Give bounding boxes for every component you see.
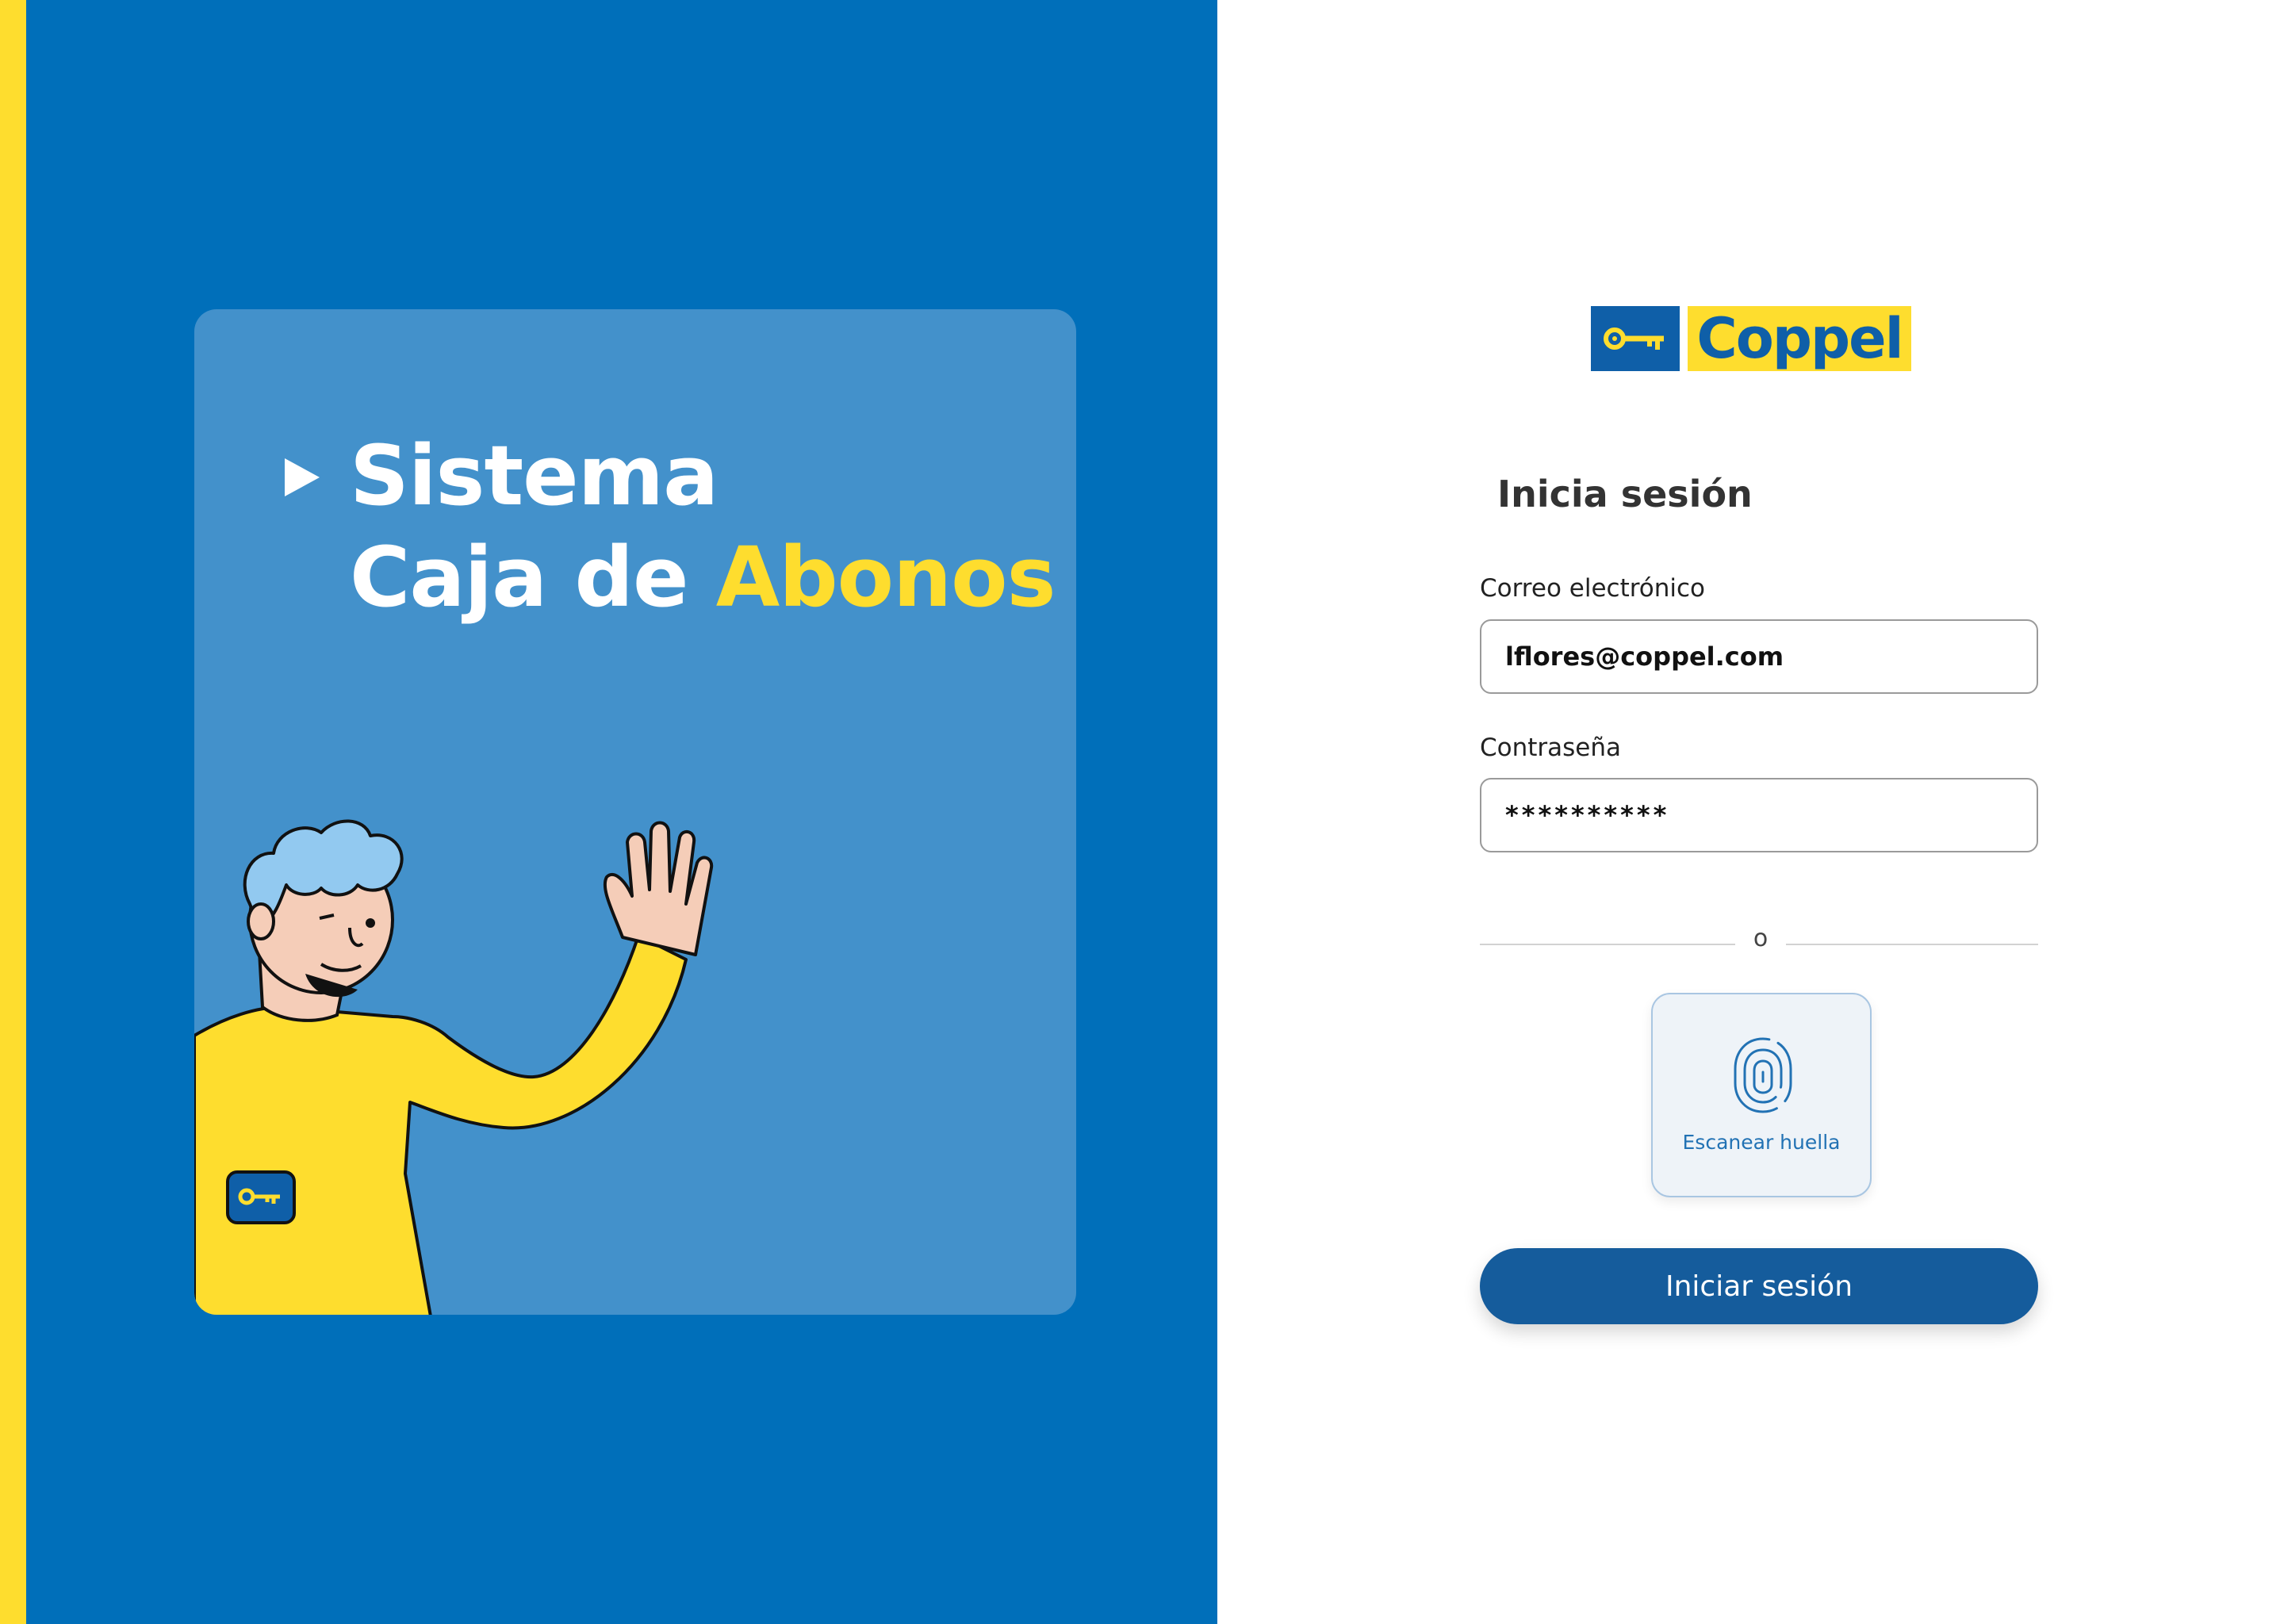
hero-card: Sistema Caja de Abonos [194,309,1076,1315]
brand-logo: Coppel [1591,306,1911,371]
key-icon [1604,327,1664,350]
login-title: Inicia sesión [1497,473,1753,515]
play-icon [285,458,320,496]
password-field[interactable] [1480,778,2038,852]
brand-accent-strip [0,0,26,1624]
divider-left [1480,944,1735,945]
divider-text: o [1753,925,1769,952]
mascot-illustration [194,819,714,1315]
logo-key-mark [1591,306,1680,371]
hero-title: Sistema Caja de Abonos [350,425,1056,628]
hero-title-line1: Sistema [350,427,719,524]
fingerprint-scan-button[interactable]: Escanear huella [1651,993,1872,1197]
hero-title-accent: Abonos [715,529,1056,626]
password-label: Contraseña [1480,733,1622,762]
fingerprint-label: Escanear huella [1682,1131,1841,1154]
hero-title-line2-prefix: Caja de [350,529,689,626]
logo-wordmark: Coppel [1688,306,1911,371]
fingerprint-icon [1734,1037,1792,1113]
email-field[interactable] [1480,619,2038,694]
divider-right [1786,944,2038,945]
hero-panel: Sistema Caja de Abonos [26,0,1217,1624]
email-label: Correo electrónico [1480,574,1706,603]
login-submit-button[interactable]: Iniciar sesión [1480,1248,2038,1324]
